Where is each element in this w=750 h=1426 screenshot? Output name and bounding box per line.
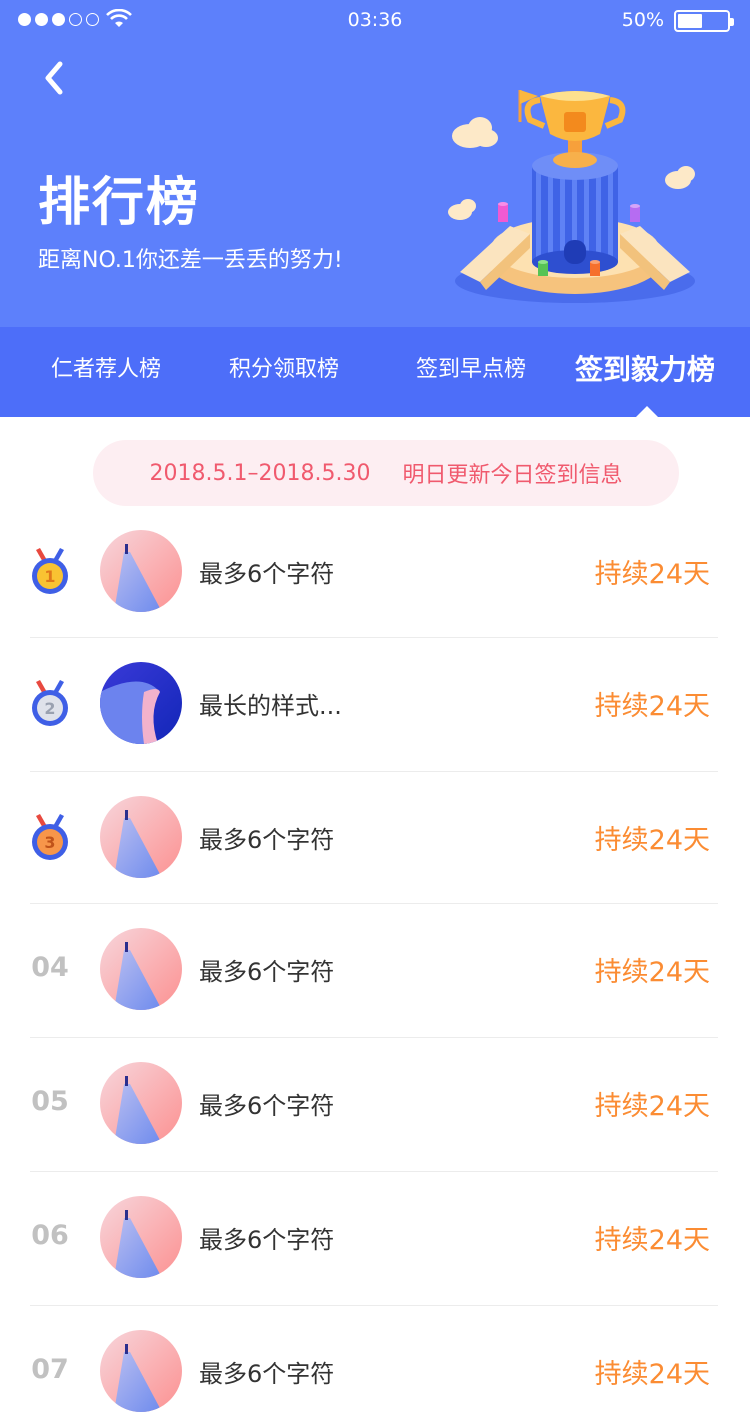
avatar [100,1062,182,1144]
list-item[interactable]: 07 最多6个字符 持续24天 [0,1306,750,1426]
user-name: 最长的样式... [199,692,342,720]
streak-days: 持续24天 [594,691,710,722]
list-item[interactable]: 05 最多6个字符 持续24天 [0,1038,750,1172]
status-bar: 03:36 50% [0,0,750,40]
notice-message: 明日更新今日签到信息 [402,463,623,488]
tab-points[interactable]: 积分领取榜 [206,327,362,417]
silver-medal-icon: 2 [32,680,68,726]
streak-days: 持续24天 [594,559,710,590]
list-item[interactable]: 06 最多6个字符 持续24天 [0,1172,750,1306]
page-subtitle: 距离NO.1你还差一丢丢的努力! [38,248,343,273]
user-name: 最多6个字符 [199,560,335,588]
medal-rank: 2 [44,699,55,718]
bronze-medal-icon: 3 [32,814,68,860]
active-tab-indicator [636,406,658,417]
list-item[interactable]: 2 最长的样式... 持续24天 [0,638,750,772]
header-banner: 03:36 50% 排行榜 距离NO.1你还差一丢丢的努力! [0,0,750,327]
gold-medal-icon: 1 [32,548,68,594]
tab-perseverance[interactable]: 签到毅力榜 [564,327,726,417]
list-item[interactable]: 1 最多6个字符 持续24天 [0,506,750,638]
list-item[interactable]: 04 最多6个字符 持续24天 [0,904,750,1038]
user-name: 最多6个字符 [199,1226,335,1254]
streak-days: 持续24天 [594,1225,710,1256]
streak-days: 持续24天 [594,1359,710,1390]
rank-number: 06 [31,1220,69,1251]
back-arrow-icon[interactable] [36,56,76,100]
list-item[interactable]: 3 最多6个字符 持续24天 [0,772,750,904]
user-name: 最多6个字符 [199,1092,335,1120]
trophy-illustration [448,90,695,303]
avatar [100,928,182,1010]
avatar [100,796,182,878]
tab-recommend[interactable]: 仁者荐人榜 [30,327,182,417]
medal-rank: 1 [44,567,55,586]
avatar [100,662,182,744]
tab-early-checkin[interactable]: 签到早点榜 [394,327,548,417]
battery-percent: 50% [621,9,664,31]
streak-days: 持续24天 [594,957,710,988]
user-name: 最多6个字符 [199,1360,335,1388]
user-name: 最多6个字符 [199,958,335,986]
avatar [100,530,182,612]
rank-number: 05 [31,1086,69,1117]
battery-icon [674,10,734,32]
streak-days: 持续24天 [594,1091,710,1122]
streak-days: 持续24天 [594,825,710,856]
page-title: 排行榜 [38,173,201,233]
avatar [100,1330,182,1412]
rank-number: 04 [31,952,69,983]
user-name: 最多6个字符 [199,826,335,854]
update-notice: 2018.5.1–2018.5.30 明日更新今日签到信息 [93,440,679,506]
ranking-tabs: 仁者荐人榜 积分领取榜 签到早点榜 签到毅力榜 [0,327,750,417]
notice-date-range: 2018.5.1–2018.5.30 [149,460,371,486]
rank-number: 07 [31,1354,69,1385]
avatar [100,1196,182,1278]
medal-rank: 3 [44,833,55,852]
